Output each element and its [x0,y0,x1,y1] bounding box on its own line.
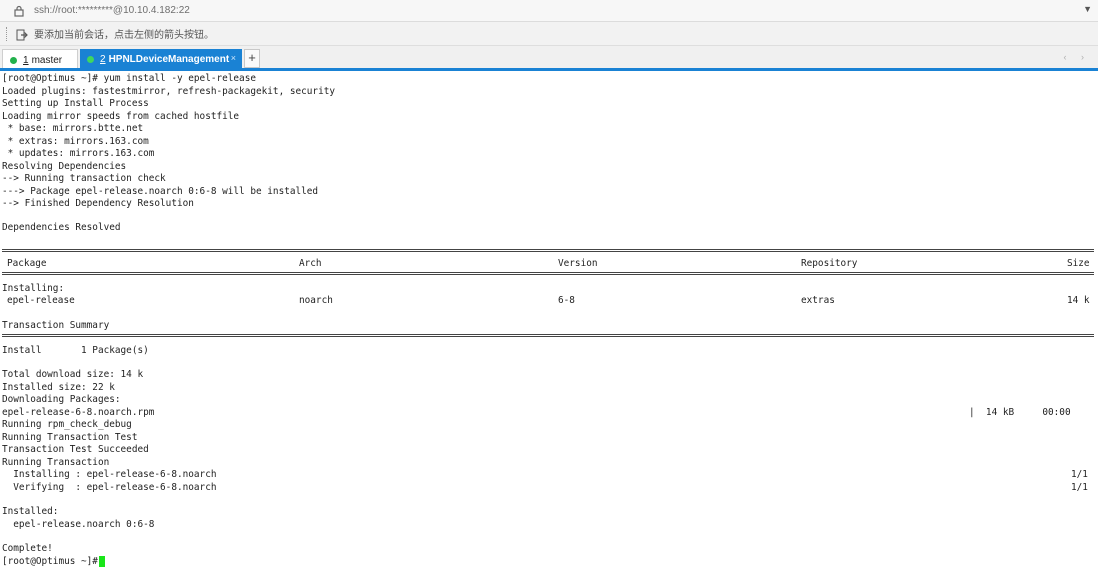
step-count: 1/1 [1071,481,1088,493]
terminal-line: [root@Optimus ~]# yum install -y epel-re… [2,73,256,84]
session-hint-bar: 要添加当前会话，点击左侧的箭头按钮。 [0,22,1098,46]
terminal-line: Total download size: 14 k [2,369,144,380]
download-progress: | 14 kB 00:00 [969,406,1071,418]
terminal-line: * extras: mirrors.163.com [2,135,149,147]
repository-cell: extras [801,295,835,306]
add-session-arrow-icon[interactable] [16,28,28,40]
tab-hpnldevicemanagement[interactable]: 2 HPNLDeviceManagement × [80,49,242,70]
column-header-arch: Arch [299,258,322,269]
terminal-line: Setting up Install Process [2,98,149,109]
terminal-line: Running Transaction Test [2,431,138,443]
tab-number: 2 [100,54,106,65]
toolbar-grip[interactable] [6,26,8,41]
column-header-repository: Repository [801,258,858,269]
hint-text: 要添加当前会话，点击左侧的箭头按钮。 [34,30,214,41]
tab-label: HPNLDeviceManagement [108,54,230,65]
terminal-line: Installed size: 22 k [2,381,115,393]
lock-icon [14,5,26,17]
summary-title: Transaction Summary [2,320,110,331]
address-dropdown-icon[interactable]: ▼ [1083,4,1092,14]
address-bar: ssh://root:*********@10.10.4.182:22 ▼ [0,0,1098,22]
terminal-line: Loaded plugins: fastestmirror, refresh-p… [2,85,336,97]
shell-prompt: [root@Optimus ~]# [2,555,104,567]
terminal-line: Running Transaction [2,456,110,468]
session-status-icon [10,56,17,64]
new-tab-button[interactable]: + [244,49,260,68]
installing-step: Installing : epel-release-6-8.noarch [2,469,217,480]
terminal-line: Downloading Packages: [2,394,121,405]
separator-line [2,334,1094,337]
size-cell: 14 k [1067,295,1090,306]
tab-bar: 1 master 2 HPNLDeviceManagement × + ‹ › [0,46,1098,70]
terminal-line: * updates: mirrors.163.com [2,148,155,159]
complete-message: Complete! [2,543,53,554]
terminal-line: Transaction Test Succeeded [2,444,149,455]
tab-label: master [31,54,63,66]
installed-header: Installed: [2,506,59,517]
terminal-line: --> Finished Dependency Resolution [2,198,194,209]
close-icon[interactable]: × [231,53,236,63]
terminal-output[interactable]: [root@Optimus ~]# yum install -y epel-re… [0,71,1098,572]
tab-scroll-arrows-icon[interactable]: ‹ › [1064,52,1091,62]
address-text[interactable]: ssh://root:*********@10.10.4.182:22 [34,5,190,16]
session-status-icon [87,56,94,63]
terminal-line: Resolving Dependencies [2,160,127,172]
terminal-cursor [99,556,105,567]
arch-cell: noarch [299,295,333,306]
version-cell: 6-8 [558,295,575,306]
terminal-line: ---> Package epel-release.noarch 0:6-8 w… [2,185,319,197]
section-label: Installing: [2,283,65,294]
terminal-line: Loading mirror speeds from cached hostfi… [2,110,240,122]
tab-master[interactable]: 1 master [2,49,78,70]
step-count: 1/1 [1071,469,1088,480]
terminal-line: Running rpm_check_debug [2,419,132,430]
terminal-line: * base: mirrors.btte.net [2,123,144,134]
terminal-line: --> Running transaction check [2,173,166,184]
column-header-package: Package [7,258,47,269]
verifying-step: Verifying : epel-release-6-8.noarch [2,481,217,493]
package-name-cell: epel-release [7,295,75,306]
separator-line [2,249,1094,252]
separator-line [2,272,1094,275]
download-file-name: epel-release-6-8.noarch.rpm [2,406,155,418]
terminal-line: Dependencies Resolved [2,222,121,233]
installed-package: epel-release.noarch 0:6-8 [2,518,155,530]
install-count-line: Install 1 Package(s) [2,345,149,356]
tab-number: 1 [23,54,29,66]
column-header-size: Size [1067,258,1090,269]
column-header-version: Version [558,258,598,269]
